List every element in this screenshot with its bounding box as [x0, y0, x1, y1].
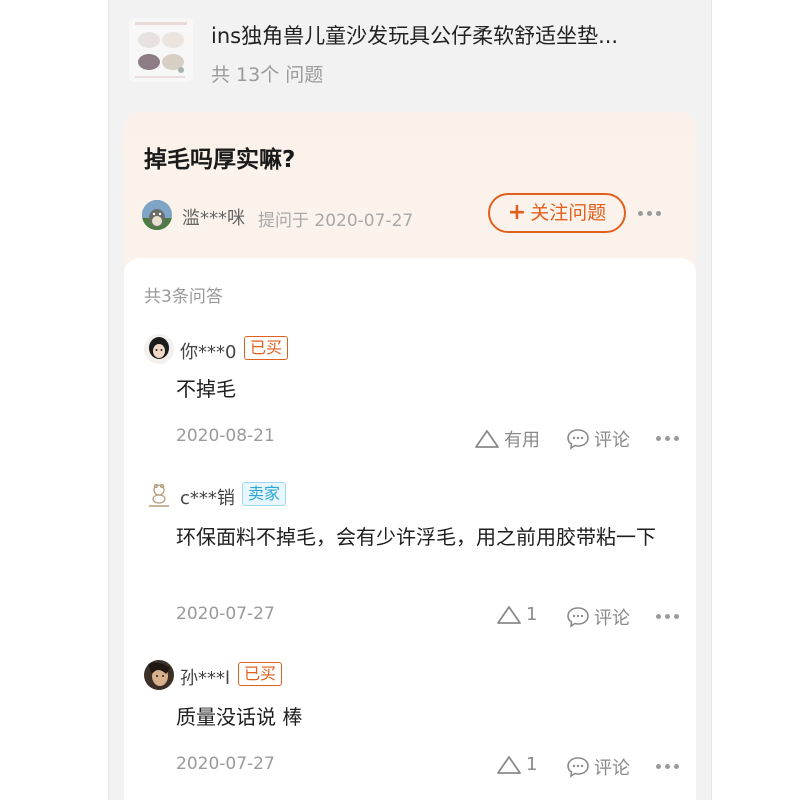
plus-icon: +	[507, 200, 527, 225]
speech-bubble-icon	[567, 607, 589, 628]
bought-badge: 已买	[238, 662, 283, 686]
product-thumbnail	[129, 18, 193, 82]
useful-button[interactable]: 1	[496, 604, 537, 625]
asked-time: 提问于 2020-07-27	[258, 211, 414, 231]
more-dots-icon[interactable]	[656, 764, 679, 769]
answer-text: 质量没话说 棒	[176, 705, 303, 729]
useful-count: 1	[526, 604, 538, 625]
avatar[interactable]	[144, 334, 174, 364]
answer-user-name: 你***0	[180, 342, 237, 363]
answer-item: c***销 卖家 环保面料不掉毛，会有少许浮毛，用之前用胶带粘一下 2020-0…	[144, 480, 684, 630]
answer-item: 孙***l 已买 质量没话说 棒 2020-07-27 1 评论	[144, 660, 684, 790]
useful-count: 1	[526, 754, 538, 775]
product-header[interactable]: ins独角兽儿童沙发玩具公仔柔软舒适坐垫... 共 13个 问题	[129, 18, 691, 88]
comment-button[interactable]: 评论	[566, 426, 630, 452]
comment-label: 评论	[594, 758, 630, 779]
more-dots-icon[interactable]	[656, 614, 679, 619]
comment-label: 评论	[594, 430, 630, 451]
answer-user-name: 孙***l	[180, 668, 231, 689]
bought-badge: 已买	[244, 336, 289, 360]
asker-row: 滥***咪 提问于 2020-07-27 + 关注问题	[142, 193, 682, 233]
useful-label: 有用	[504, 430, 540, 451]
answer-item: 你***0 已买 不掉毛 2020-08-21 有用 评论	[144, 334, 684, 454]
comment-button[interactable]: 评论	[566, 604, 630, 630]
asker-avatar	[142, 200, 172, 230]
more-dots-icon[interactable]	[656, 436, 679, 441]
answer-user-name: c***销	[180, 488, 235, 509]
answer-date: 2020-07-27	[176, 754, 275, 774]
comment-button[interactable]: 评论	[566, 754, 630, 780]
answer-date: 2020-08-21	[176, 426, 275, 446]
question-count: 共 13个 问题	[211, 64, 324, 86]
speech-bubble-icon	[567, 429, 589, 450]
product-title: ins独角兽儿童沙发玩具公仔柔软舒适坐垫...	[211, 24, 619, 48]
answers-count: 共3条问答	[144, 287, 223, 307]
useful-button[interactable]: 有用	[474, 426, 540, 452]
useful-button[interactable]: 1	[496, 754, 537, 775]
answers-panel: 共3条问答 你***0 已买 不掉毛 2020-08-21 有用 评论 c***…	[124, 258, 696, 800]
thumb-triangle-icon	[497, 755, 521, 774]
avatar[interactable]	[144, 660, 174, 690]
phone-screen: ins独角兽儿童沙发玩具公仔柔软舒适坐垫... 共 13个 问题 掉毛吗厚实嘛?…	[108, 0, 712, 800]
avatar[interactable]	[144, 480, 174, 510]
answer-date: 2020-07-27	[176, 604, 275, 624]
speech-bubble-icon	[567, 757, 589, 778]
question-title: 掉毛吗厚实嘛?	[144, 147, 296, 173]
follow-label: 关注问题	[530, 202, 607, 224]
comment-label: 评论	[594, 608, 630, 629]
more-dots-icon[interactable]	[638, 211, 661, 216]
thumb-triangle-icon	[475, 430, 499, 448]
asker-name: 滥***咪	[182, 208, 245, 229]
answer-text: 环保面料不掉毛，会有少许浮毛，用之前用胶带粘一下	[176, 525, 656, 549]
thumb-triangle-icon	[497, 605, 521, 624]
answer-text: 不掉毛	[176, 377, 236, 401]
follow-question-button[interactable]: + 关注问题	[488, 193, 626, 233]
seller-badge: 卖家	[242, 482, 287, 506]
